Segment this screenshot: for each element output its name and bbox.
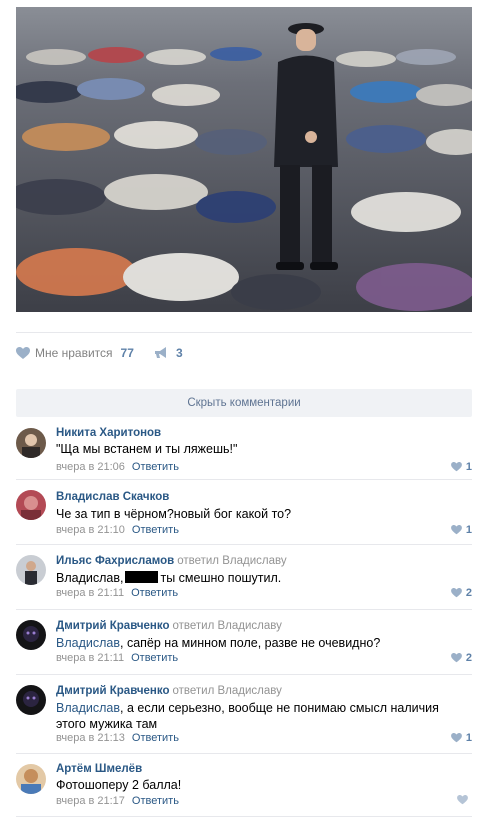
hide-comments-button[interactable]: Скрыть комментарии	[16, 389, 472, 417]
comment-text: Фотошоперу 2 балла!	[56, 778, 182, 792]
heart-icon	[450, 525, 462, 535]
comment-like-count: 1	[465, 524, 472, 536]
megaphone-icon	[155, 347, 166, 358]
comment-like-button[interactable]: 2	[450, 652, 472, 664]
comment-item: Артём Шмелёв Фотошоперу 2 балла! вчера в…	[16, 755, 472, 817]
reply-button[interactable]: Ответить	[131, 587, 178, 599]
comment-meta: вчера в 21:13 Ответить	[56, 732, 179, 744]
comment-author[interactable]: Дмитрий Кравченко ответил Владиславу	[56, 685, 282, 697]
comment-mention: Владислав,	[56, 571, 124, 585]
avatar[interactable]	[16, 428, 46, 458]
avatar[interactable]	[16, 685, 46, 715]
avatar[interactable]	[16, 490, 46, 520]
comment-item: Владислав Скачков Че за тип в чёрном?нов…	[16, 481, 472, 545]
heart-icon	[450, 462, 462, 472]
redaction-bar	[125, 571, 159, 583]
post-actions-bar: Мне нравится 77 3	[16, 332, 472, 376]
like-button[interactable]: Мне нравится 77	[16, 346, 134, 360]
comment-author[interactable]: Дмитрий Кравченко ответил Владиславу	[56, 620, 282, 632]
heart-icon	[450, 733, 462, 743]
comment-item: Ильяс Фахрисламов ответил Владиславу Влад…	[16, 546, 472, 610]
comment-meta: вчера в 21:10 Ответить	[56, 524, 179, 536]
avatar[interactable]	[16, 555, 46, 585]
comment-text-rest: , сапёр на минном поле, разве не очевидн…	[120, 636, 381, 650]
comment-time[interactable]: вчера в 21:06	[56, 461, 125, 473]
reply-to-label: ответил Владиславу	[172, 620, 282, 632]
comment-time[interactable]: вчера в 21:17	[56, 795, 125, 807]
comment-like-count: 1	[465, 461, 472, 473]
reply-button[interactable]: Ответить	[132, 461, 179, 473]
comment-time[interactable]: вчера в 21:11	[56, 652, 124, 664]
comment-like-button[interactable]: 1	[450, 732, 472, 744]
comment-author[interactable]: Ильяс Фахрисламов ответил Владиславу	[56, 555, 287, 567]
comment-text: Владислав, а если серьезно, вообще не по…	[56, 700, 466, 732]
comment-text: Владислав, сапёр на минном поле, разве н…	[56, 635, 466, 651]
comment-text: Владислав, ты смешно пошутил.	[56, 570, 466, 586]
comment-text: "Ща мы встанем и ты ляжешь!"	[56, 442, 238, 456]
comment-like-button[interactable]: 1	[450, 461, 472, 473]
comment-like-count: 2	[465, 652, 472, 664]
comment-meta: вчера в 21:06 Ответить	[56, 461, 179, 473]
comment-like-button[interactable]: 2	[450, 587, 472, 599]
comment-text: Че за тип в чёрном?новый бог какой то?	[56, 507, 292, 521]
like-label: Мне нравится	[35, 346, 113, 360]
avatar[interactable]	[16, 620, 46, 650]
comment-item: Дмитрий Кравченко ответил Владиславу Влад…	[16, 611, 472, 675]
comment-time[interactable]: вчера в 21:13	[56, 732, 125, 744]
comment-author[interactable]: Никита Харитонов	[56, 427, 161, 439]
heart-icon	[450, 588, 462, 598]
heart-icon	[16, 346, 30, 359]
comment-meta: вчера в 21:11 Ответить	[56, 652, 178, 664]
comment-item: Никита Харитонов "Ща мы встанем и ты ляж…	[16, 420, 472, 480]
share-button[interactable]: 3	[154, 346, 183, 360]
avatar[interactable]	[16, 764, 46, 794]
comment-item: Дмитрий Кравченко ответил Владиславу Влад…	[16, 676, 472, 754]
comment-like-count: 2	[465, 587, 472, 599]
comment-text-rest: ты смешно пошутил.	[160, 571, 282, 585]
comment-meta: вчера в 21:11 Ответить	[56, 587, 178, 599]
comment-like-button[interactable]	[457, 795, 472, 805]
comment-mention[interactable]: Владислав	[56, 636, 120, 650]
post-photo[interactable]	[16, 7, 472, 312]
post-photo-image	[16, 7, 472, 312]
share-count: 3	[176, 346, 183, 360]
reply-button[interactable]: Ответить	[132, 524, 179, 536]
comment-like-count: 1	[465, 732, 472, 744]
comment-mention[interactable]: Владислав	[56, 701, 120, 715]
heart-icon	[450, 653, 462, 663]
reply-to-label: ответил Владиславу	[172, 685, 282, 697]
comment-meta: вчера в 21:17 Ответить	[56, 795, 179, 807]
comment-time[interactable]: вчера в 21:11	[56, 587, 124, 599]
heart-icon	[457, 795, 468, 805]
reply-to-label: ответил Владиславу	[177, 555, 287, 567]
comment-time[interactable]: вчера в 21:10	[56, 524, 125, 536]
comment-author[interactable]: Владислав Скачков	[56, 491, 169, 503]
reply-button[interactable]: Ответить	[132, 732, 179, 744]
like-count: 77	[120, 346, 134, 360]
reply-button[interactable]: Ответить	[132, 795, 179, 807]
reply-button[interactable]: Ответить	[131, 652, 178, 664]
comment-author[interactable]: Артём Шмелёв	[56, 763, 142, 775]
comment-like-button[interactable]: 1	[450, 524, 472, 536]
